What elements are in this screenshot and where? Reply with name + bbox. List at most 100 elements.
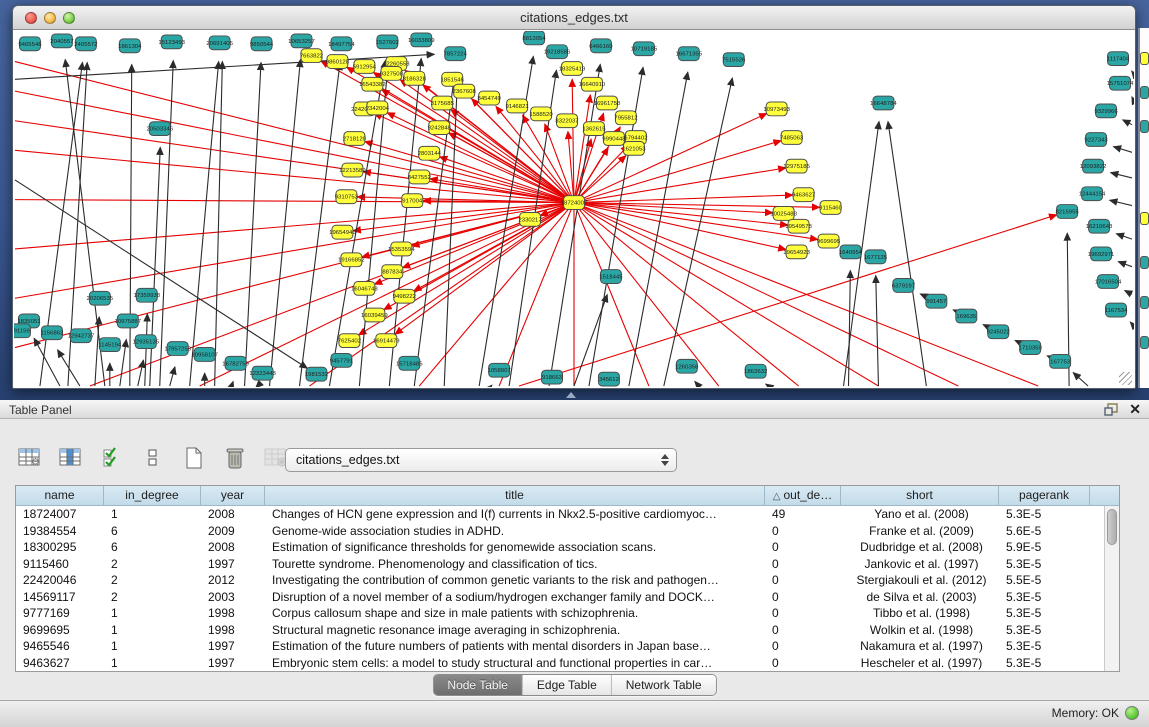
row-stack-button[interactable] <box>139 446 167 474</box>
table-cell: Changes of HCN gene expression and I(f) … <box>265 506 765 523</box>
table-cell: Tourette syndrome. Phenomenology and cla… <box>265 556 765 573</box>
tab-network-table[interactable]: Network Table <box>612 675 716 695</box>
graph-node-label: 7485063 <box>780 136 804 142</box>
graph-edge <box>491 385 492 386</box>
table-cell: 6 <box>104 539 201 556</box>
graph-edge <box>256 386 258 387</box>
graph-node-label: 918663 <box>542 375 563 381</box>
table-row[interactable]: 1456911722003Disruption of a novel membe… <box>16 589 1119 606</box>
table-row[interactable]: 1938455462009Genome-wide association stu… <box>16 523 1119 540</box>
graph-node-label: 15751074 <box>1107 81 1134 87</box>
table-row[interactable]: 2242004622012Investigating the contribut… <box>16 572 1119 589</box>
table-cell: 5.9E-5 <box>999 539 1090 556</box>
graph-edge <box>574 203 958 386</box>
delete-column-icon <box>225 446 245 475</box>
graph-node-label: 7857224 <box>444 52 468 58</box>
table-cell: 18300295 <box>16 539 104 556</box>
table-cell: 2 <box>104 589 201 606</box>
graph-node-label: 7955812 <box>614 116 637 122</box>
create-column-button[interactable] <box>180 446 208 474</box>
table-toolbar: ⚙f(x) <box>16 444 331 476</box>
graph-node-label: 169635 <box>956 314 977 320</box>
table-row[interactable]: 946554611997Estimation of the future num… <box>16 638 1119 655</box>
vertical-scrollbar[interactable] <box>1104 506 1119 671</box>
graph-edge <box>270 60 301 386</box>
show-columns-icon <box>59 448 83 473</box>
graph-node-label: 1527602 <box>376 40 399 46</box>
graph-node-label: 12975185 <box>783 164 810 170</box>
graph-node-label: 15718485 <box>396 361 423 367</box>
float-panel-button[interactable] <box>1104 403 1119 416</box>
graph-node-label: 2040557 <box>50 39 73 45</box>
graph-node-label: 9457791 <box>330 358 354 364</box>
graph-node-label: 6466160 <box>589 44 613 50</box>
table-row[interactable]: 911546021997Tourette syndrome. Phenomeno… <box>16 556 1119 573</box>
graph-node-label: 17957253 <box>164 347 191 353</box>
graph-node <box>1140 120 1149 133</box>
citation-graph: 9465546204055724055721861304151234932069… <box>14 31 1134 387</box>
graph-node-label: 19654923 <box>783 250 810 256</box>
table-cell: Disruption of a novel member of a sodium… <box>265 589 765 606</box>
table-selector-combobox[interactable]: citations_edges.txt <box>285 448 677 472</box>
background-window-sliver <box>1138 28 1149 388</box>
show-columns-button[interactable] <box>57 446 85 474</box>
memory-status-indicator[interactable] <box>1125 706 1139 720</box>
graph-edge <box>574 95 590 203</box>
graph-edge <box>888 122 926 386</box>
graph-node-label: 2405572 <box>74 42 97 48</box>
selection-checks-button[interactable] <box>98 446 126 474</box>
table-cell: 5.3E-5 <box>999 556 1090 573</box>
table-row[interactable]: 1830029562008Estimation of significance … <box>16 539 1119 556</box>
table-cell: 5.3E-5 <box>999 622 1090 639</box>
table-row[interactable]: 1872400712008Changes of HCN gene express… <box>16 506 1119 523</box>
graph-node-label: 8813054 <box>522 36 546 42</box>
column-header-in_degree[interactable]: in_degree <box>104 486 201 505</box>
table-cell: 2008 <box>201 506 265 523</box>
graph-node-label: 20503346 <box>146 127 173 133</box>
column-header-title[interactable]: title <box>265 486 765 505</box>
table-cell: 9465546 <box>16 638 104 655</box>
table-cell: Estimation of significance thresholds fo… <box>265 539 765 556</box>
column-header-pagerank[interactable]: pagerank <box>999 486 1090 505</box>
graph-node-label: 10719185 <box>631 47 658 53</box>
graph-node-label: 9242848 <box>428 126 452 132</box>
graph-edge <box>299 62 340 386</box>
column-header-out_de[interactable]: △out_de… <box>765 486 841 505</box>
graph-node-label: 1058907 <box>488 368 511 374</box>
table-row[interactable]: 946362711997Embryonic stem cells: a mode… <box>16 655 1119 672</box>
graph-node-label: 12942737 <box>68 334 95 340</box>
graph-edge <box>365 142 574 203</box>
split-pane-handle[interactable] <box>566 392 576 398</box>
table-mode-button[interactable]: ⚙ <box>16 446 44 474</box>
table-cell: 2003 <box>201 589 265 606</box>
graph-node-label: 19218586 <box>544 50 571 56</box>
graph-node-label: 9463627 <box>792 193 815 199</box>
scrollbar-thumb[interactable] <box>1107 509 1117 545</box>
graph-edge <box>170 367 175 386</box>
network-canvas[interactable]: 9465546204055724055721861304151234932069… <box>14 31 1134 387</box>
window-resize-grip[interactable] <box>1119 372 1132 385</box>
tab-edge-table[interactable]: Edge Table <box>523 675 612 695</box>
table-mode-icon: ⚙ <box>18 448 42 473</box>
delete-column-button[interactable] <box>221 446 249 474</box>
graph-node-label: 8427552 <box>408 175 431 181</box>
tab-node-table[interactable]: Node Table <box>433 675 523 695</box>
graph-node-label: 12323448 <box>249 371 276 377</box>
table-row[interactable]: 969969511998Structural magnetic resonanc… <box>16 622 1119 639</box>
graph-node-label: 8454749 <box>478 96 502 102</box>
graph-node-label: 20206535 <box>87 296 114 302</box>
column-header-year[interactable]: year <box>201 486 265 505</box>
graph-edge <box>95 317 99 386</box>
graph-edge <box>15 203 574 249</box>
column-header-short[interactable]: short <box>841 486 999 505</box>
close-panel-button[interactable]: ✕ <box>1129 402 1141 416</box>
table-cell: 9115460 <box>16 556 104 573</box>
table-cell: 0 <box>765 539 841 556</box>
graph-node-label: 9310753 <box>335 195 359 201</box>
table-row[interactable]: 977716911998Corpus callosum shape and si… <box>16 605 1119 622</box>
graph-node-label: 1518445 <box>599 275 623 281</box>
column-header-name[interactable]: name <box>16 486 104 505</box>
graph-node-label: 7515526 <box>722 58 746 64</box>
table-cell: 1997 <box>201 638 265 655</box>
graph-node-label: 10025488 <box>770 211 797 217</box>
